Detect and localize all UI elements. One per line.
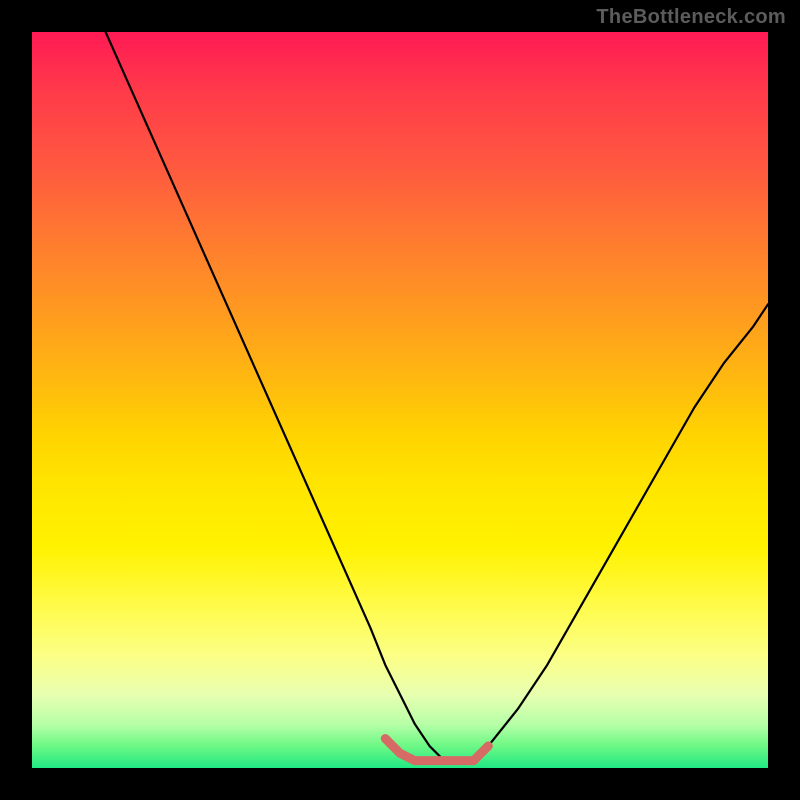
chart-svg: [32, 32, 768, 768]
plot-area: [32, 32, 768, 768]
series-optimal-band: [385, 739, 488, 761]
watermark-text: TheBottleneck.com: [596, 6, 786, 29]
series-bottleneck-curve: [106, 32, 768, 761]
chart-container: TheBottleneck.com: [0, 0, 800, 800]
